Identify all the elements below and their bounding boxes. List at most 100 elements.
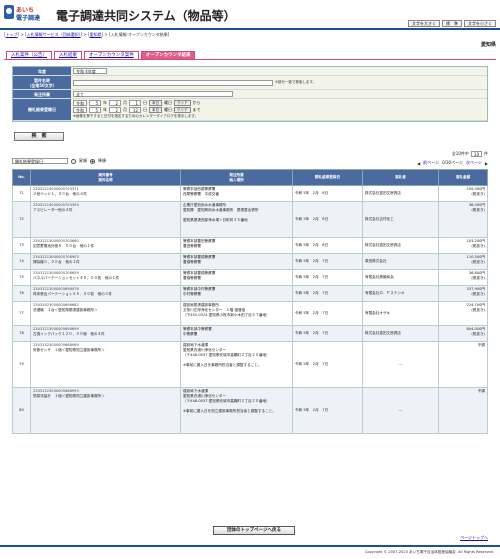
row-winner: 株式会社富田文房具店: [362, 237, 439, 254]
year-to-input[interactable]: 5: [89, 107, 101, 113]
month-from-input[interactable]: 2: [109, 100, 121, 106]
row-dept-text: 警察本部西尾警察署 西尾警察署 平成交番: [183, 187, 219, 196]
case-name-link[interactable]: 左換インクパック１２０，００個 他の４件: [33, 332, 178, 337]
font-standard-button[interactable]: 標 準: [442, 20, 462, 27]
desc-label: 降順: [98, 158, 106, 163]
row-price-text: 804,000円 (税抜き): [466, 327, 485, 336]
prev-page-link[interactable]: 前ページ: [423, 160, 439, 166]
table-row[interactable]: 79 23031323000005668989 気象センサ １個＜愛知県知立建設事務…: [12, 341, 488, 388]
case-name-link[interactable]: 洗濯機 １台＜愛知県尾張建設事務所＞: [33, 308, 178, 313]
desc-radio[interactable]: [90, 158, 95, 164]
aichi-logo[interactable]: あいち 電子調達: [4, 4, 50, 24]
row-dept: 建設局尾張建設事務所 五条川左岸浄化センター １階 渡渡室 （下455-0374…: [180, 301, 293, 326]
breadcrumb-top-link[interactable]: トップ: [6, 32, 18, 37]
case-name-link[interactable]: アスピレーター他の４件: [33, 208, 178, 213]
row-winner: ---: [362, 341, 439, 388]
font-larger-button[interactable]: 文字を大きく: [408, 20, 440, 27]
row-date: 令和 5年 2月 7日: [292, 387, 363, 434]
row-date-text: 令和 5年 2月 7日: [295, 408, 329, 412]
department-select[interactable]: 全て: [73, 91, 233, 97]
unit-month: 月: [123, 107, 127, 112]
date-to-row: 令和 5年 2月 12 日 本日 曜日 クリア まで: [73, 107, 201, 113]
calendar-to-button[interactable]: 本日: [149, 107, 162, 113]
row-date: 令和 5年 2月 7日: [292, 341, 363, 388]
row-winner: 有限会社奥機商会: [362, 269, 439, 286]
fiscal-year-select[interactable]: 令和 4年度: [73, 68, 107, 74]
case-name-link[interactable]: 掃除機５，００台 他の１件: [33, 260, 178, 265]
row-case: 23031213000005703371 ２段ベッド１，００台 他の４件: [30, 185, 181, 202]
back-to-top-button[interactable]: 団体のトップページへ戻る: [213, 526, 295, 535]
next-arrow-icon: ▶: [484, 160, 488, 166]
row-no-text: 74: [19, 259, 24, 263]
era-to-select[interactable]: 令和: [73, 107, 87, 113]
row-date-text: 令和 5年 2月 7日: [295, 259, 329, 263]
case-name-link[interactable]: 簡易流量計 １個＜愛知県知立建設事務所＞: [33, 394, 178, 399]
table-row[interactable]: 72 23031213000005703393 アスピレーター他の４件 企業庁愛知用水…: [12, 201, 488, 238]
table-row[interactable]: 80 23031323000005668993 簡易流量計 １個＜愛知県知立建設事務…: [12, 387, 488, 434]
breadcrumb-pref-link[interactable]: 愛知県: [90, 32, 102, 37]
case-name-link[interactable]: 気象センサ １個＜愛知県知立建設事務所＞: [33, 348, 178, 353]
per-page-select[interactable]: 10: [470, 151, 482, 157]
breadcrumb-service-link[interactable]: 入札情報サービス（団体選択）: [27, 32, 81, 37]
row-date: 令和 5年 2月 7日: [292, 301, 363, 326]
font-smaller-button[interactable]: 文字を小さく: [464, 20, 496, 27]
table-row[interactable]: 74 23031213000005708903 掃除機５，００台 他の１件 警察本部豊…: [12, 253, 488, 270]
result-count-text: 全10件中: [451, 151, 469, 156]
tab-divider: [4, 59, 496, 60]
table-row[interactable]: 75 23031213000005708659 パネルパーテーションセット４０，００…: [12, 269, 488, 286]
row-no: 79: [12, 341, 31, 388]
row-dept-text: 警察本部豊橋警察署 豊橋警察署: [183, 255, 216, 264]
case-name-input[interactable]: [73, 79, 273, 86]
clear-from-button[interactable]: クリア: [174, 100, 191, 106]
table-row[interactable]: 76 23031213000005698476 荷床張出パーテーション５５．００枚 …: [12, 285, 488, 302]
table-row[interactable]: 77 23031923000005698682 洗濯機 １台＜愛知県尾張建設事務所＞…: [12, 301, 488, 326]
case-name-link[interactable]: パネルパーテーションセット４０，００枚 他の１件: [33, 276, 178, 281]
year-from-input[interactable]: 5: [89, 100, 101, 106]
row-price: 205,000円 (税抜き): [438, 185, 488, 202]
row-winner: 株式会社吉村化工: [362, 201, 439, 238]
day-from-input[interactable]: 1: [129, 100, 141, 106]
row-dept: 企業庁愛知用水水道事務所 愛知郷 愛知県用水水道事務所 尾張愛出張所 愛知県尾張…: [180, 201, 293, 238]
breadcrumb-current: 入札情報:オープンカウンタ結果: [110, 32, 168, 37]
day-to-input[interactable]: 12: [129, 107, 141, 113]
row-no: 80: [12, 387, 31, 434]
clear-to-button[interactable]: クリア: [174, 107, 191, 113]
search-button[interactable]: 検 索: [14, 132, 64, 141]
weekday-label: 曜日: [164, 100, 172, 105]
era-from-select[interactable]: 令和: [73, 100, 87, 106]
case-name-link[interactable]: 荷床張出パーテーション５５．００枚 他の３件: [33, 292, 178, 297]
case-name-link[interactable]: 如意蓄電池外他６．００台 他の１件: [33, 244, 178, 249]
site-header: あいち 電子調達 電子調達共同システム（物品等） 文字を大きく 標 準 文字を小…: [0, 0, 500, 30]
asc-radio[interactable]: [71, 158, 76, 164]
row-date-text: 令和 5年 2月 7日: [295, 275, 329, 279]
row-no: 76: [12, 285, 31, 302]
row-date: 令和 5年 2月 7日: [292, 325, 363, 342]
row-no-text: 77: [19, 311, 24, 315]
row-dept-text: 建設局下水道課 愛知県衣浦川浄化センター （〒446-0037 愛知県安城市高棚…: [183, 389, 276, 413]
case-name-note: ※部分一致で検索します。: [275, 80, 317, 84]
per-page-suffix: 件: [484, 151, 488, 156]
tab-open-counter-results[interactable]: オープンカウンタ結果: [140, 51, 196, 59]
table-row[interactable]: 71 23031213000005703371 ２段ベッド１，００台 他の４件 警察本…: [12, 185, 488, 202]
month-to-input[interactable]: 2: [109, 107, 121, 113]
row-dept-text: 警察本部中警察署 中警察署: [183, 327, 212, 336]
page-top-link[interactable]: ページトップへ: [460, 535, 488, 541]
page-info: 0/30ページ: [442, 160, 463, 165]
tab-bid-results[interactable]: 入札結果: [54, 51, 82, 59]
unit-month: 月: [123, 100, 127, 105]
logo-mark-icon: [4, 5, 14, 19]
row-winner: 原田株式会社: [362, 253, 439, 270]
tab-bid-cases[interactable]: 入札案件（公告）: [6, 51, 52, 59]
table-row[interactable]: 73 23031213000005703660 如意蓄電池外他６．００台 他の１件警…: [12, 237, 488, 254]
table-row[interactable]: 78 23031213000005698699 左換インクパック１２０，００個 他の…: [12, 325, 488, 342]
calendar-from-button[interactable]: 本日: [149, 100, 162, 106]
row-no-text: 72: [19, 217, 24, 221]
sort-select[interactable]: 開札結果登録日: [12, 158, 68, 164]
row-date-text: 令和 5年 2月 7日: [295, 331, 329, 335]
tab-open-counter-cases[interactable]: オープンカウンタ案件: [84, 51, 139, 59]
next-page-link[interactable]: 次ページ: [466, 160, 482, 166]
row-no: 75: [12, 269, 31, 286]
case-name-link[interactable]: ２段ベッド１，００台 他の４件: [33, 192, 178, 197]
row-price: 36,000円 (税抜き): [438, 201, 488, 238]
row-no: 71: [12, 185, 31, 202]
